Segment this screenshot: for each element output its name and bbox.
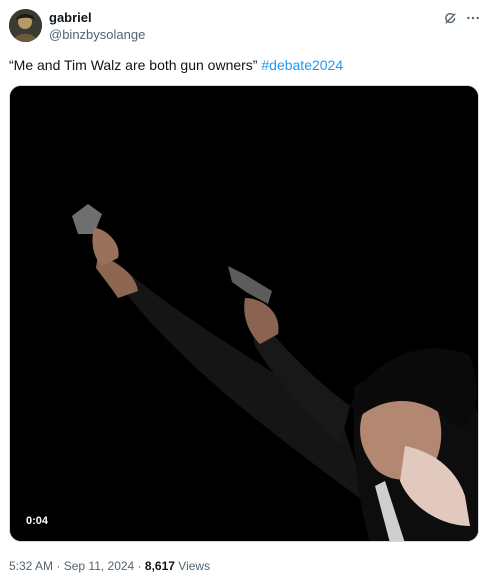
meta-separator-2: · — [137, 559, 142, 573]
author-info: gabriel @binzbysolange — [49, 10, 145, 43]
video-player[interactable]: 0:04 — [9, 85, 479, 542]
user-avatar-image — [9, 9, 42, 42]
video-duration: 0:04 — [22, 513, 53, 529]
grok-icon — [444, 12, 456, 24]
tweet-text: “Me and Tim Walz are both gun owners” #d… — [9, 56, 479, 74]
views-count: 8,617 — [144, 559, 175, 573]
tweet-date[interactable]: Sep 11, 2024 — [64, 559, 135, 573]
views-label: Views — [178, 559, 211, 573]
meta-separator: · — [56, 559, 61, 573]
tweet-meta: 5:32 AM · Sep 11, 2024 · 8,617 Views — [9, 559, 210, 574]
author-avatar[interactable] — [9, 9, 42, 42]
tweet-text-body: “Me and Tim Walz are both gun owners” — [9, 57, 262, 73]
more-button[interactable] — [463, 9, 483, 27]
hashtag-link[interactable]: #debate2024 — [261, 57, 343, 73]
grok-button[interactable] — [441, 9, 459, 27]
tweet-time[interactable]: 5:32 AM — [9, 559, 53, 573]
author-handle[interactable]: @binzbysolange — [49, 27, 145, 43]
tweet-card: gabriel @binzbysolange “Me and Tim Walz … — [0, 0, 491, 580]
video-frame — [10, 86, 478, 541]
author-display-name[interactable]: gabriel — [49, 10, 145, 25]
more-icon — [467, 16, 479, 20]
